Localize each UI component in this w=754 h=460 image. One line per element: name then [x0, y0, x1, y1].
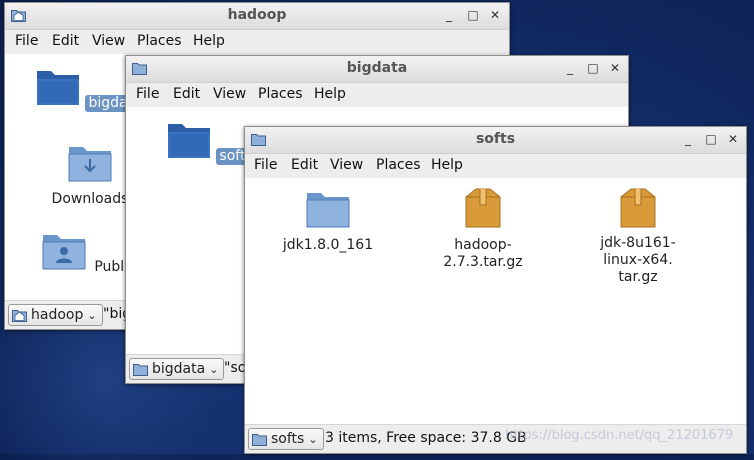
archive-icon — [620, 188, 656, 228]
menu-view[interactable]: View — [92, 33, 125, 49]
public-folder-icon — [42, 235, 86, 270]
status-text: "so — [224, 360, 247, 376]
window-softs: softs _ □ ✕ File Edit View Places Help j… — [244, 126, 747, 454]
minimize-button[interactable]: _ — [680, 131, 696, 147]
file-label: hadoop-2.7.3.tar.gz — [443, 237, 523, 270]
window-title: softs — [475, 131, 516, 147]
menubar: File Edit View Places Help — [5, 30, 509, 54]
file-label: jdk-8u161-linux-x64. tar.gz — [578, 235, 698, 286]
file-item-jdk-archive[interactable]: jdk-8u161-linux-x64. tar.gz — [578, 187, 698, 286]
folder-icon — [168, 124, 211, 158]
file-label-line2: tar.gz — [618, 269, 658, 285]
file-label-line1: jdk-8u161-linux-x64. — [600, 235, 676, 268]
folder-icon — [133, 363, 148, 376]
chevron-down-icon: ⌄ — [87, 308, 97, 322]
maximize-button[interactable]: □ — [585, 60, 601, 76]
titlebar[interactable]: softs _ □ ✕ — [245, 127, 746, 154]
menu-help[interactable]: Help — [314, 86, 346, 102]
chevron-down-icon: ⌄ — [308, 432, 318, 446]
file-item-hadoop-archive[interactable]: hadoop-2.7.3.tar.gz — [423, 187, 543, 271]
maximize-button[interactable]: □ — [465, 7, 481, 23]
maximize-button[interactable]: □ — [703, 131, 719, 147]
minimize-button[interactable]: _ — [441, 7, 457, 23]
location-dropdown[interactable]: bigdata ⌄ — [129, 358, 225, 380]
file-label: jdk1.8.0_161 — [282, 237, 374, 253]
location-dropdown[interactable]: hadoop ⌄ — [8, 304, 103, 326]
downloads-folder-icon — [68, 147, 112, 182]
chevron-down-icon: ⌄ — [209, 362, 219, 376]
menu-file[interactable]: File — [254, 157, 277, 173]
menu-places[interactable]: Places — [258, 86, 303, 102]
file-label: Downloads — [51, 191, 129, 207]
minimize-button[interactable]: _ — [562, 60, 578, 76]
file-item-jdk-folder[interactable]: jdk1.8.0_161 — [268, 187, 388, 254]
file-view: jdk1.8.0_161 hadoop-2.7.3.tar.gz jdk-8u1… — [245, 179, 746, 425]
location-label: bigdata — [152, 361, 206, 377]
status-text: 3 items, Free space: 37.8 GB — [325, 430, 527, 446]
titlebar[interactable]: bigdata _ □ ✕ — [126, 56, 628, 83]
menu-places[interactable]: Places — [137, 33, 182, 49]
menu-view[interactable]: View — [330, 157, 363, 173]
menubar: File Edit View Places Help — [126, 83, 628, 107]
archive-icon — [465, 188, 501, 228]
close-button[interactable]: ✕ — [607, 60, 623, 76]
menubar: File Edit View Places Help — [245, 154, 746, 178]
close-button[interactable]: ✕ — [487, 7, 503, 23]
menu-help[interactable]: Help — [193, 33, 225, 49]
window-title: hadoop — [227, 7, 287, 23]
menu-edit[interactable]: Edit — [291, 157, 318, 173]
folder-icon — [306, 193, 350, 228]
window-title: bigdata — [346, 60, 408, 76]
menu-help[interactable]: Help — [431, 157, 463, 173]
titlebar[interactable]: hadoop _ □ ✕ — [5, 3, 509, 30]
location-dropdown[interactable]: softs ⌄ — [248, 428, 324, 450]
close-button[interactable]: ✕ — [725, 131, 741, 147]
folder-icon — [37, 71, 80, 105]
watermark: https://blog.csdn.net/qq_21201679 — [505, 428, 734, 443]
folder-icon — [252, 433, 267, 446]
menu-file[interactable]: File — [15, 33, 38, 49]
menu-edit[interactable]: Edit — [173, 86, 200, 102]
home-icon — [12, 309, 27, 322]
menu-places[interactable]: Places — [376, 157, 421, 173]
menu-view[interactable]: View — [213, 86, 246, 102]
menu-edit[interactable]: Edit — [52, 33, 79, 49]
location-label: hadoop — [31, 307, 84, 323]
location-label: softs — [271, 431, 305, 447]
menu-file[interactable]: File — [136, 86, 159, 102]
